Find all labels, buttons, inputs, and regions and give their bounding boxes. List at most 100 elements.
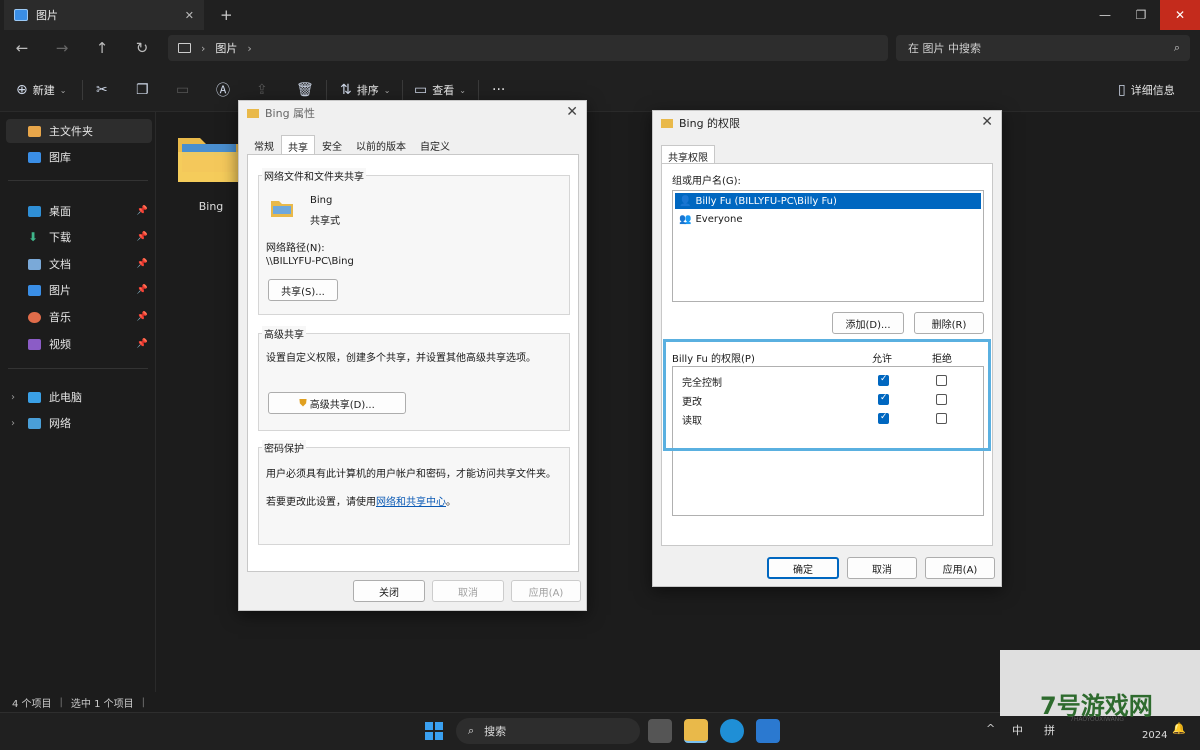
up-arrow-icon[interactable]: ↑ (90, 38, 114, 58)
copy-button[interactable]: ❐ (136, 80, 149, 100)
share-button[interactable]: 共享(S)... (268, 279, 338, 301)
close-window-icon[interactable]: ✕ (1160, 0, 1200, 30)
details-label: 详细信息 (1130, 84, 1175, 97)
nav-item-this-pc[interactable]: › 此电脑 (6, 385, 152, 409)
scissors-icon: ✂ (96, 82, 108, 98)
nav-label: 下载 (49, 231, 71, 244)
nav-item-home[interactable]: 主文件夹 (6, 119, 152, 143)
more-options-icon[interactable]: ··· (492, 80, 505, 100)
store-icon[interactable] (756, 719, 780, 743)
nav-item-downloads[interactable]: ⬇ 下载 📌 (6, 225, 152, 249)
details-button[interactable]: ▯ 详细信息 (1118, 80, 1175, 100)
start-icon[interactable] (422, 719, 446, 743)
list-item-billy[interactable]: 👤 Billy Fu (BILLYFU-PC\Billy Fu) (675, 193, 981, 209)
ime-pinyin[interactable]: 拼 (1044, 722, 1055, 738)
chevron-right-icon: › (11, 417, 15, 429)
delete-button[interactable]: 🗑 (296, 80, 314, 100)
details-pane-icon: ▯ (1118, 82, 1126, 98)
sort-label: 排序 (356, 84, 379, 97)
users-label: 组或用户名(G): (672, 176, 741, 187)
close-icon[interactable]: ✕ (566, 104, 578, 120)
close-icon[interactable]: ✕ (981, 114, 993, 130)
divider: | (59, 696, 63, 708)
folder-icon (661, 118, 673, 128)
password-description: 用户必须具有此计算机的用户帐户和密码，才能访问共享文件夹。 (266, 469, 556, 480)
nav-item-gallery[interactable]: 图库 (6, 145, 152, 169)
file-explorer-icon[interactable] (684, 719, 708, 743)
nav-label: 视频 (49, 338, 71, 351)
nav-item-documents[interactable]: 文档 📌 (6, 252, 152, 276)
cut-button[interactable]: ✂ (96, 80, 108, 100)
folder-bing[interactable] (176, 130, 242, 186)
share-button[interactable]: ⇪ (256, 80, 268, 100)
taskbar-search[interactable]: ⌕ 搜索 (456, 718, 640, 744)
tab-close-icon[interactable]: ✕ (185, 9, 194, 22)
pictures-icon (28, 284, 41, 296)
divider (326, 80, 327, 100)
desktop-icon (28, 205, 41, 217)
cancel-button[interactable]: 取消 (432, 580, 504, 602)
sort-button[interactable]: ⇅ 排序 ⌄ (340, 80, 390, 100)
nav-item-desktop[interactable]: 桌面 📌 (6, 199, 152, 223)
advanced-sharing-button[interactable]: ⛊ 高级共享(D)... (268, 392, 406, 414)
search-input[interactable]: 在 图片 中搜索 ⌕ (896, 35, 1190, 61)
tab-panel: 网络文件和文件夹共享 Bing 共享式 网络路径(N): \\BILLYFU-P… (247, 154, 579, 572)
trash-icon: 🗑 (296, 82, 314, 98)
change-prefix: 若要更改此设置，请使用 (266, 497, 376, 508)
monitor-icon (178, 43, 191, 53)
search-icon: ⌕ (1173, 41, 1180, 54)
users-listbox[interactable]: 👤 Billy Fu (BILLYFU-PC\Billy Fu) 👥 Every… (672, 190, 984, 302)
window-tab[interactable]: 图片 ✕ (4, 0, 204, 30)
nav-item-network[interactable]: › 网络 (6, 411, 152, 435)
task-view-icon[interactable] (648, 719, 672, 743)
chevron-up-icon[interactable]: ^ (986, 722, 995, 735)
nav-item-pictures[interactable]: 图片 📌 (6, 278, 152, 302)
clipboard-icon: ▭ (176, 82, 190, 98)
dialog-title-bar: Bing 属性 (239, 101, 586, 125)
back-arrow-icon[interactable]: ← (10, 38, 34, 58)
forward-arrow-icon[interactable]: → (50, 38, 74, 58)
group-label: 网络文件和文件夹共享 (262, 168, 366, 183)
refresh-icon[interactable]: ↻ (130, 38, 154, 58)
nav-item-videos[interactable]: 视频 📌 (6, 332, 152, 356)
address-bar[interactable]: › 图片 › (168, 35, 888, 61)
network-center-link[interactable]: 网络和共享中心 (376, 497, 446, 508)
new-button[interactable]: ⊕ 新建 ⌄ (16, 80, 66, 100)
dialog-title: Bing 属性 (265, 107, 316, 120)
network-icon (28, 417, 41, 429)
apply-button[interactable]: 应用(A) (511, 580, 581, 602)
nav-item-music[interactable]: 音乐 📌 (6, 305, 152, 329)
cancel-button[interactable]: 取消 (847, 557, 917, 579)
rename-icon: Ⓐ (216, 83, 230, 99)
address-path: 图片 (215, 42, 238, 55)
view-button[interactable]: ▭ 查看 ⌄ (414, 80, 466, 100)
dialog-title: Bing 的权限 (679, 117, 741, 130)
paste-button[interactable]: ▭ (176, 80, 189, 100)
close-button[interactable]: 关闭 (353, 580, 425, 602)
rename-button[interactable]: Ⓐ (216, 80, 230, 100)
restore-icon[interactable]: ❐ (1118, 0, 1164, 30)
list-item-everyone[interactable]: 👥 Everyone (675, 211, 981, 227)
watermark-subtext: 7HAOYOUXIWANG (1070, 716, 1124, 723)
highlight-frame (663, 339, 991, 451)
apply-button[interactable]: 应用(A) (925, 557, 995, 579)
pin-icon: 📌 (136, 232, 148, 242)
home-icon (28, 125, 41, 137)
video-icon (28, 338, 41, 350)
remove-button[interactable]: 删除(R) (914, 312, 984, 334)
permissions-dialog: Bing 的权限 ✕ 共享权限 组或用户名(G): 👤 Billy Fu (BI… (652, 110, 1002, 587)
nav-label: 图库 (49, 151, 71, 164)
notification-icon[interactable]: 🔔 (1172, 722, 1186, 735)
ok-button[interactable]: 确定 (767, 557, 839, 579)
chevron-down-icon: ⌄ (383, 85, 391, 95)
edge-icon[interactable] (720, 719, 744, 743)
change-suffix: 。 (446, 497, 456, 508)
ime-mode[interactable]: 中 (1012, 722, 1023, 738)
add-button[interactable]: 添加(D)... (832, 312, 904, 334)
search-icon: ⌕ (468, 724, 475, 737)
shield-icon: ⛊ (299, 397, 307, 409)
divider (478, 80, 479, 100)
shared-folder-icon (271, 201, 293, 217)
group-label: 高级共享 (262, 326, 306, 341)
new-tab-icon[interactable]: + (220, 6, 233, 24)
